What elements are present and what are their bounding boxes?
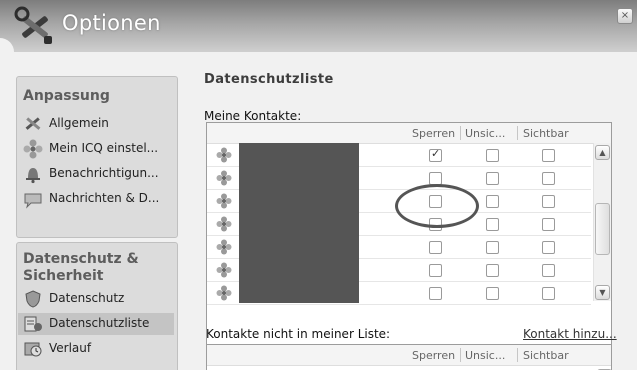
sidebar-item-allgemein[interactable]: Allgemein — [23, 113, 173, 135]
column-header-sperren[interactable]: Sperren — [412, 349, 455, 362]
column-header-unsichtbar[interactable]: Unsic... — [465, 349, 505, 362]
sidebar-item-datenschutzliste[interactable]: Datenschutzliste — [18, 313, 174, 335]
my-contacts-label: Meine Kontakte: — [204, 109, 302, 123]
sidebar-item-verlauf[interactable]: Verlauf — [23, 338, 173, 360]
message-icon — [24, 193, 42, 209]
unsichtbar-checkbox[interactable] — [486, 149, 499, 162]
sichtbar-checkbox[interactable] — [542, 241, 555, 254]
options-window: Optionen × Anpassung Allgemein Mein ICQ … — [0, 0, 637, 370]
sidebar-item-nachrichten[interactable]: Nachrichten & D... — [23, 188, 173, 210]
sperren-checkbox[interactable] — [429, 147, 442, 162]
sichtbar-checkbox[interactable] — [542, 149, 555, 162]
annotation-ellipse — [395, 184, 479, 228]
column-separator — [460, 348, 461, 362]
sidebar-group-anpassung: Anpassung Allgemein Mein ICQ einstel... — [16, 76, 178, 238]
sperren-checkbox[interactable] — [429, 264, 442, 277]
list-header: Sperren Unsic... Sichtbar — [207, 123, 611, 144]
close-button[interactable]: × — [617, 8, 633, 24]
list-header: Sperren Unsic... Sichtbar — [207, 345, 611, 366]
scroll-thumb[interactable] — [595, 203, 610, 255]
sidebar-group-title: Anpassung — [23, 88, 110, 104]
column-header-sperren[interactable]: Sperren — [412, 127, 455, 140]
sidebar-item-label: Nachrichten & D... — [49, 191, 160, 205]
sperren-checkbox[interactable] — [429, 287, 442, 300]
sidebar-group-datenschutz: Datenschutz & Sicherheit Datenschutz Dat… — [16, 242, 178, 370]
window-title: Optionen — [62, 11, 161, 35]
sidebar-item-datenschutz[interactable]: Datenschutz — [23, 288, 173, 310]
contact-flower-icon — [216, 216, 232, 232]
column-header-sichtbar[interactable]: Sichtbar — [523, 127, 569, 140]
contact-flower-icon — [216, 239, 232, 255]
sidebar-item-label: Mein ICQ einstel... — [49, 141, 159, 155]
title-bar-corner — [0, 38, 14, 52]
unsichtbar-checkbox[interactable] — [486, 195, 499, 208]
contact-flower-icon — [216, 147, 232, 163]
sichtbar-checkbox[interactable] — [542, 218, 555, 231]
column-separator — [517, 348, 518, 362]
scroll-up-button[interactable]: ▲ — [595, 145, 610, 160]
scroll-down-button[interactable]: ▼ — [595, 285, 610, 300]
unsichtbar-checkbox[interactable] — [486, 172, 499, 185]
bell-icon — [26, 168, 40, 184]
sidebar-item-label: Datenschutzliste — [49, 316, 150, 330]
sidebar-item-mein-icq[interactable]: Mein ICQ einstel... — [23, 138, 173, 160]
flower-icon — [23, 139, 43, 159]
sichtbar-checkbox[interactable] — [542, 264, 555, 277]
privacy-list-icon — [24, 316, 42, 332]
contact-flower-icon — [216, 285, 232, 301]
add-contact-link[interactable]: Kontakt hinzu... — [523, 327, 617, 341]
tools-app-icon — [14, 6, 52, 44]
sidebar: Anpassung Allgemein Mein ICQ einstel... — [16, 76, 178, 370]
sidebar-item-label: Datenschutz — [49, 291, 125, 305]
redacted-contact-names — [239, 143, 359, 303]
history-icon — [24, 342, 42, 357]
column-header-unsichtbar[interactable]: Unsic... — [465, 127, 505, 140]
unsichtbar-checkbox[interactable] — [486, 264, 499, 277]
not-in-list-contacts[interactable]: Sperren Unsic... Sichtbar — [206, 344, 612, 370]
column-separator — [460, 126, 461, 140]
unsichtbar-checkbox[interactable] — [486, 218, 499, 231]
sidebar-item-label: Benachrichtigun... — [49, 166, 159, 180]
unsichtbar-checkbox[interactable] — [486, 241, 499, 254]
sidebar-item-label: Allgemein — [49, 116, 109, 130]
list-scrollbar[interactable]: ▲ ▼ — [593, 143, 611, 301]
sichtbar-checkbox[interactable] — [542, 287, 555, 300]
sidebar-group-title: Datenschutz & Sicherheit — [23, 251, 139, 284]
column-header-sichtbar[interactable]: Sichtbar — [523, 349, 569, 362]
contact-flower-icon — [216, 193, 232, 209]
tools-icon — [25, 117, 41, 130]
title-bar: Optionen × — [0, 0, 637, 52]
sichtbar-checkbox[interactable] — [542, 172, 555, 185]
sidebar-item-benachrichtigungen[interactable]: Benachrichtigun... — [23, 163, 173, 185]
sidebar-item-label: Verlauf — [49, 341, 92, 355]
contact-flower-icon — [216, 262, 232, 278]
section-title: Datenschutzliste — [204, 72, 334, 87]
sichtbar-checkbox[interactable] — [542, 195, 555, 208]
column-separator — [517, 126, 518, 140]
shield-icon — [25, 290, 41, 308]
unsichtbar-checkbox[interactable] — [486, 287, 499, 300]
not-in-list-label: Kontakte nicht in meiner Liste: — [206, 327, 391, 341]
contact-flower-icon — [216, 170, 232, 186]
sperren-checkbox[interactable] — [429, 241, 442, 254]
